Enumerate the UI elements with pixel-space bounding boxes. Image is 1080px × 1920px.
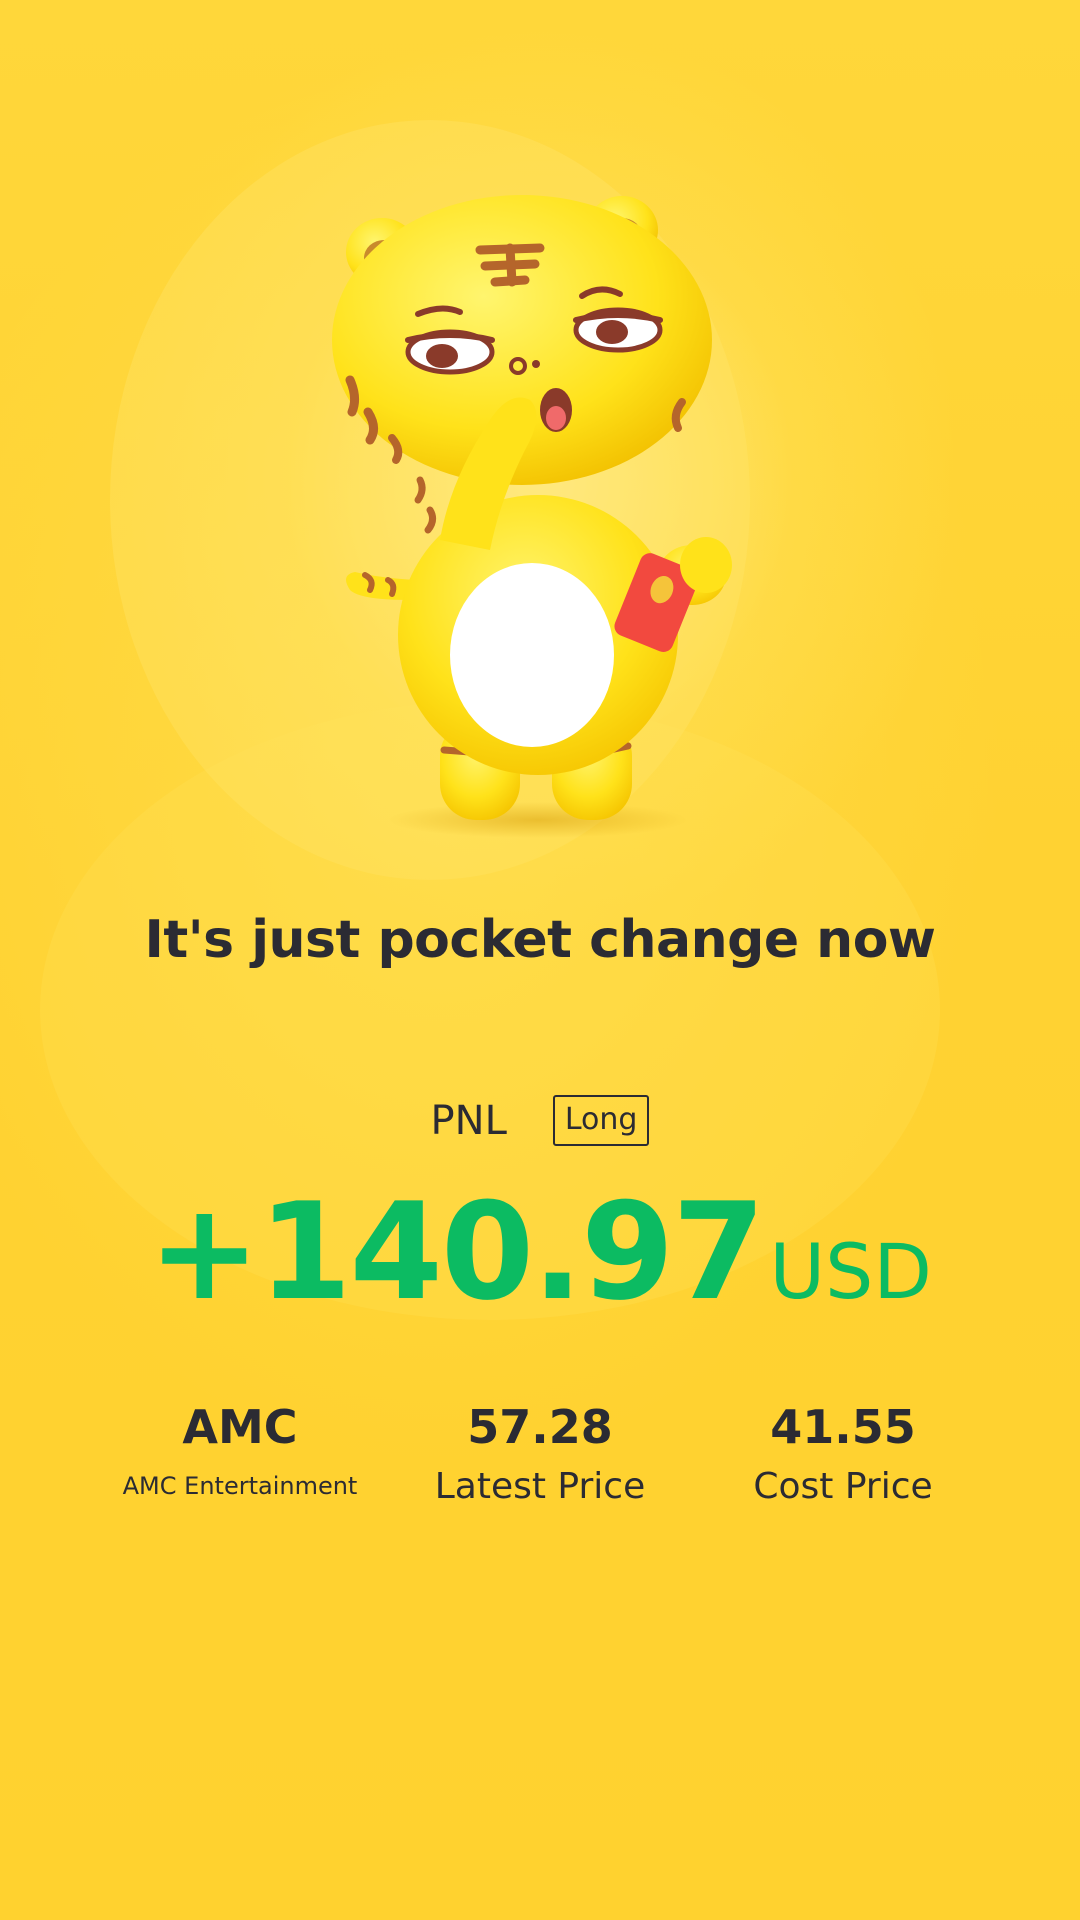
pnl-currency: USD [769,1227,932,1316]
pnl-share-card: It's just pocket change now PNL Long +14… [0,0,1080,1920]
tiger-mascot-icon [300,180,780,840]
headline: It's just pocket change now [144,910,936,970]
pnl-amount: +140.97 [148,1174,765,1330]
cost-price-value: 41.55 [770,1400,916,1454]
stock-symbol: AMC [182,1400,298,1454]
latest-price-value: 57.28 [467,1400,613,1454]
pnl-label: PNL [430,1097,507,1144]
pnl-value: +140.97 USD [0,1185,1080,1319]
pnl-header: PNL Long [0,1095,1080,1146]
cost-price-label: Cost Price [753,1465,933,1507]
stat-latest-price: 57.28 Latest Price [390,1402,690,1506]
stat-symbol: AMC AMC Entertainment [90,1402,390,1499]
stat-cost-price: 41.55 Cost Price [693,1402,993,1506]
direction-badge: Long [552,1095,650,1146]
position-stats: AMC AMC Entertainment 57.28 Latest Price… [0,1402,1080,1542]
company-name: AMC Entertainment [122,1471,358,1500]
latest-price-label: Latest Price [434,1465,646,1507]
